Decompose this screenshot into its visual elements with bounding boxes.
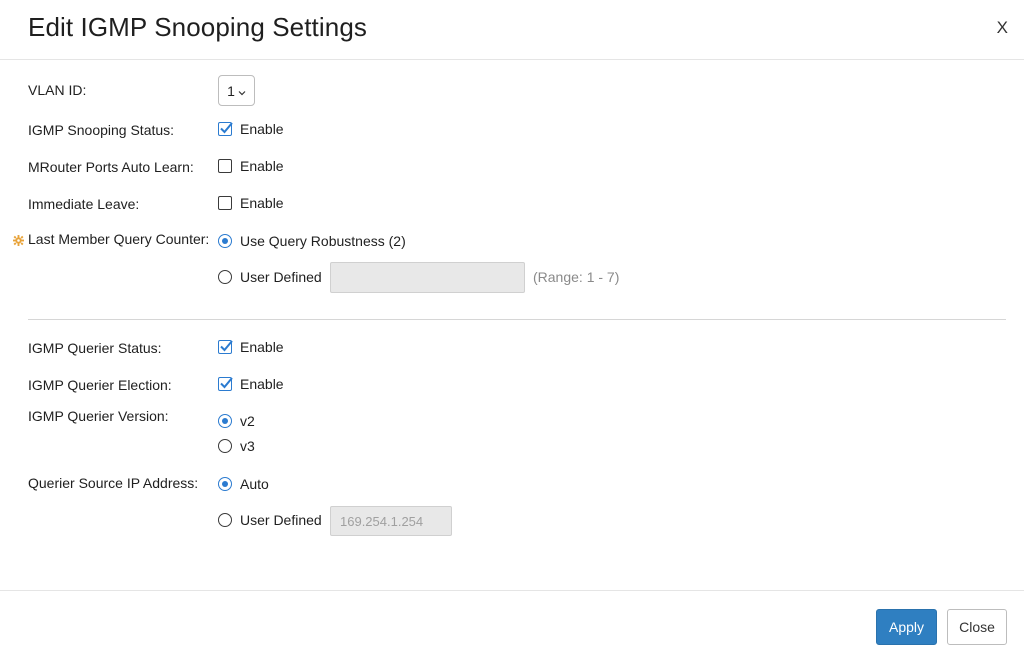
querier-source-ip-user-option: User Defined [218,512,322,528]
vlan-id-value: 1 [227,82,235,99]
vlan-id-label: VLAN ID: [28,82,87,98]
vlan-id-select[interactable]: 1 [218,75,255,106]
immediate-leave-option: Enable [218,195,284,211]
dialog-header: Edit IGMP Snooping Settings X [0,0,1024,60]
querier-version-v2-radio[interactable] [218,414,232,428]
chevron-down-icon [238,83,246,99]
querier-version-v3-radio[interactable] [218,439,232,453]
immediate-leave-label: Immediate Leave: [28,196,140,212]
querier-source-ip-label: Querier Source IP Address: [28,475,199,491]
querier-version-v3-label: v3 [240,438,255,454]
lmqc-robustness-label: Use Query Robustness (2) [240,233,406,249]
querier-status-option-label: Enable [240,339,284,355]
querier-source-ip-user-radio[interactable] [218,513,232,527]
mrouter-auto-learn-option-label: Enable [240,158,284,174]
snooping-status-option-label: Enable [240,121,284,137]
lmqc-option-user-defined: User Defined [218,269,322,285]
snooping-status-checkbox[interactable] [218,122,233,136]
mrouter-auto-learn-label: MRouter Ports Auto Learn: [28,159,194,175]
snooping-status-label: IGMP Snooping Status: [28,122,175,138]
querier-election-checkbox[interactable] [218,377,233,391]
lmqc-user-defined-label: User Defined [240,269,322,285]
querier-status-label: IGMP Querier Status: [28,340,162,356]
dialog-title: Edit IGMP Snooping Settings [28,12,367,42]
querier-version-label: IGMP Querier Version: [28,408,169,424]
apply-button[interactable]: Apply [876,609,937,645]
querier-source-ip-auto-label: Auto [240,476,269,492]
immediate-leave-checkbox[interactable] [218,196,232,210]
querier-source-ip-user-label: User Defined [240,512,322,528]
footer-divider [0,590,1024,591]
querier-version-v3-option: v3 [218,438,255,454]
mrouter-auto-learn-option: Enable [218,158,284,174]
lmqc-robustness-radio[interactable] [218,234,232,248]
close-icon[interactable]: X [997,18,1008,38]
close-button[interactable]: Close [947,609,1007,645]
querier-election-option-label: Enable [240,376,284,392]
querier-source-ip-auto-radio[interactable] [218,477,232,491]
gear-icon [13,233,24,246]
querier-version-v2-label: v2 [240,413,255,429]
lmqc-range-hint: (Range: 1 - 7) [533,269,620,285]
querier-version-v2-option: v2 [218,413,255,429]
querier-source-ip-auto-option: Auto [218,476,269,492]
mrouter-auto-learn-checkbox[interactable] [218,159,232,173]
immediate-leave-option-label: Enable [240,195,284,211]
querier-election-label: IGMP Querier Election: [28,377,172,393]
snooping-status-option: Enable [218,121,284,137]
querier-source-ip-input[interactable]: 169.254.1.254 [330,506,452,536]
querier-status-checkbox[interactable] [218,340,233,354]
querier-status-option: Enable [218,339,284,355]
last-member-query-counter-label: Last Member Query Counter: [28,231,210,247]
lmqc-option-robustness: Use Query Robustness (2) [218,233,406,249]
lmqc-user-defined-input[interactable] [330,262,525,293]
section-divider [28,319,1006,320]
querier-election-option: Enable [218,376,284,392]
lmqc-user-defined-radio[interactable] [218,270,232,284]
